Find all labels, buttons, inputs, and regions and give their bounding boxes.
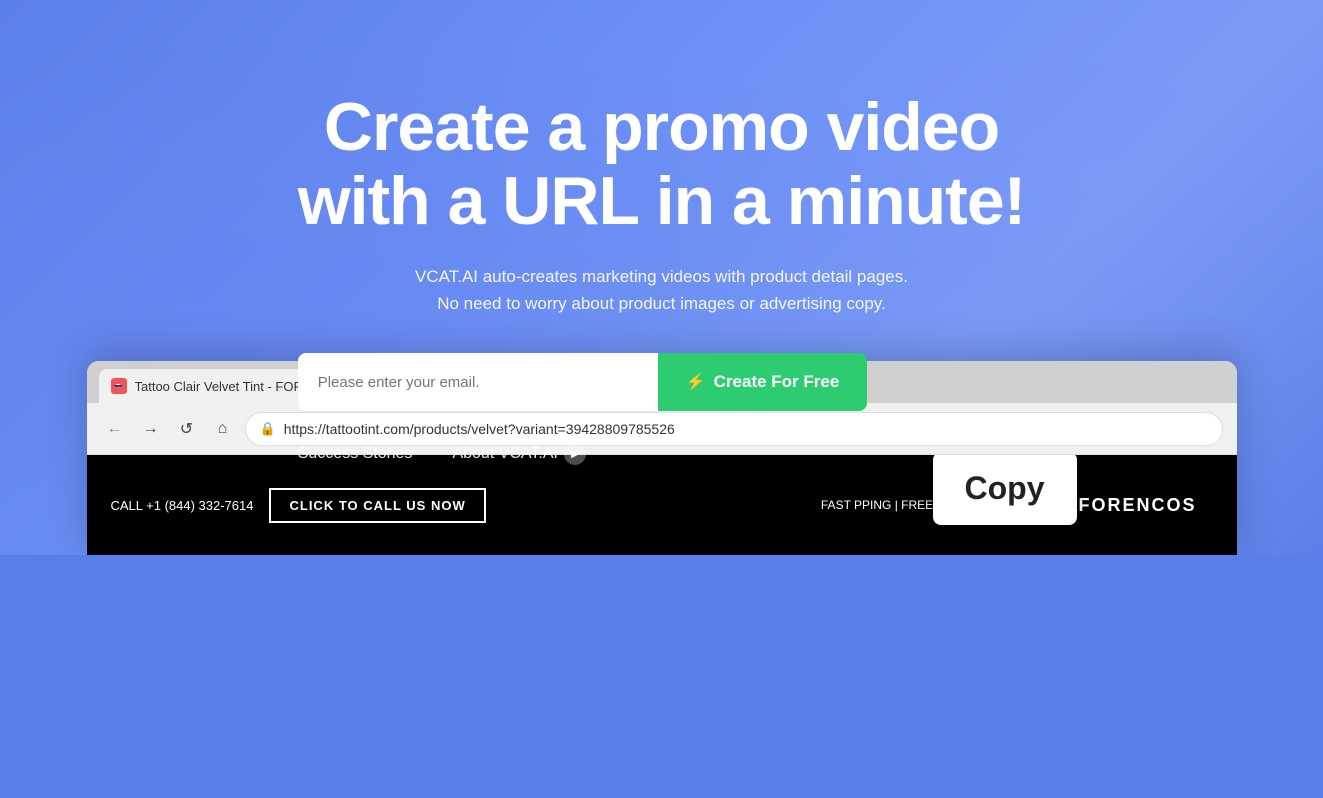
home-button[interactable]: ⌂ [209, 415, 237, 443]
call-section: CALL +1 (844) 332-7614 CLICK TO CALL US … [111, 488, 486, 523]
hero-title-line2: with a URL in a minute! [298, 163, 1026, 239]
favicon-emoji: 👄 [112, 381, 124, 392]
brand-name: FORENCOS [1078, 495, 1196, 516]
tab-title: Tattoo Clair Velvet Tint - FOREN [135, 379, 321, 394]
play-icon: ▶ [564, 443, 586, 465]
click-to-call-label: CLICK TO CALL US NOW [289, 498, 465, 513]
about-vcat-label: About VCAT.AI [452, 445, 558, 463]
email-input[interactable] [298, 353, 658, 411]
create-for-free-button[interactable]: ⚡ Create For Free [658, 353, 868, 411]
create-btn-label: Create For Free [714, 372, 840, 392]
hero-links: Success Stories About VCAT.AI ▶ [298, 443, 1026, 465]
lock-icon: 🔒 [260, 421, 276, 437]
success-stories-label: Success Stories [298, 445, 413, 462]
about-vcat-link[interactable]: About VCAT.AI ▶ [452, 443, 586, 465]
hero-subtitle-line2: No need to worry about product images or… [437, 294, 886, 313]
copy-tooltip-label: Copy [965, 470, 1045, 506]
hero-title-line1: Create a promo video [324, 89, 999, 165]
tab-favicon: 👄 [111, 378, 127, 394]
copy-tooltip[interactable]: Copy [933, 455, 1077, 525]
website-content: CALL +1 (844) 332-7614 CLICK TO CALL US … [87, 455, 1237, 555]
success-stories-link[interactable]: Success Stories [298, 445, 413, 463]
forward-button[interactable]: → [137, 415, 165, 443]
hero-title: Create a promo video with a URL in a min… [298, 90, 1026, 240]
click-to-call-button[interactable]: CLICK TO CALL US NOW [269, 488, 485, 523]
refresh-button[interactable]: ↺ [173, 415, 201, 443]
hero-section: Create a promo video with a URL in a min… [0, 0, 1323, 555]
hero-content: Create a promo video with a URL in a min… [298, 90, 1026, 466]
call-number: CALL +1 (844) 332-7614 [111, 498, 254, 513]
hero-subtitle-line1: VCAT.AI auto-creates marketing videos wi… [415, 267, 908, 286]
hero-subtitle: VCAT.AI auto-creates marketing videos wi… [298, 263, 1026, 317]
bolt-icon: ⚡ [686, 372, 706, 392]
back-button[interactable]: ← [101, 415, 129, 443]
fast-text: FAST [821, 498, 851, 512]
hero-form: ⚡ Create For Free [298, 353, 1026, 411]
